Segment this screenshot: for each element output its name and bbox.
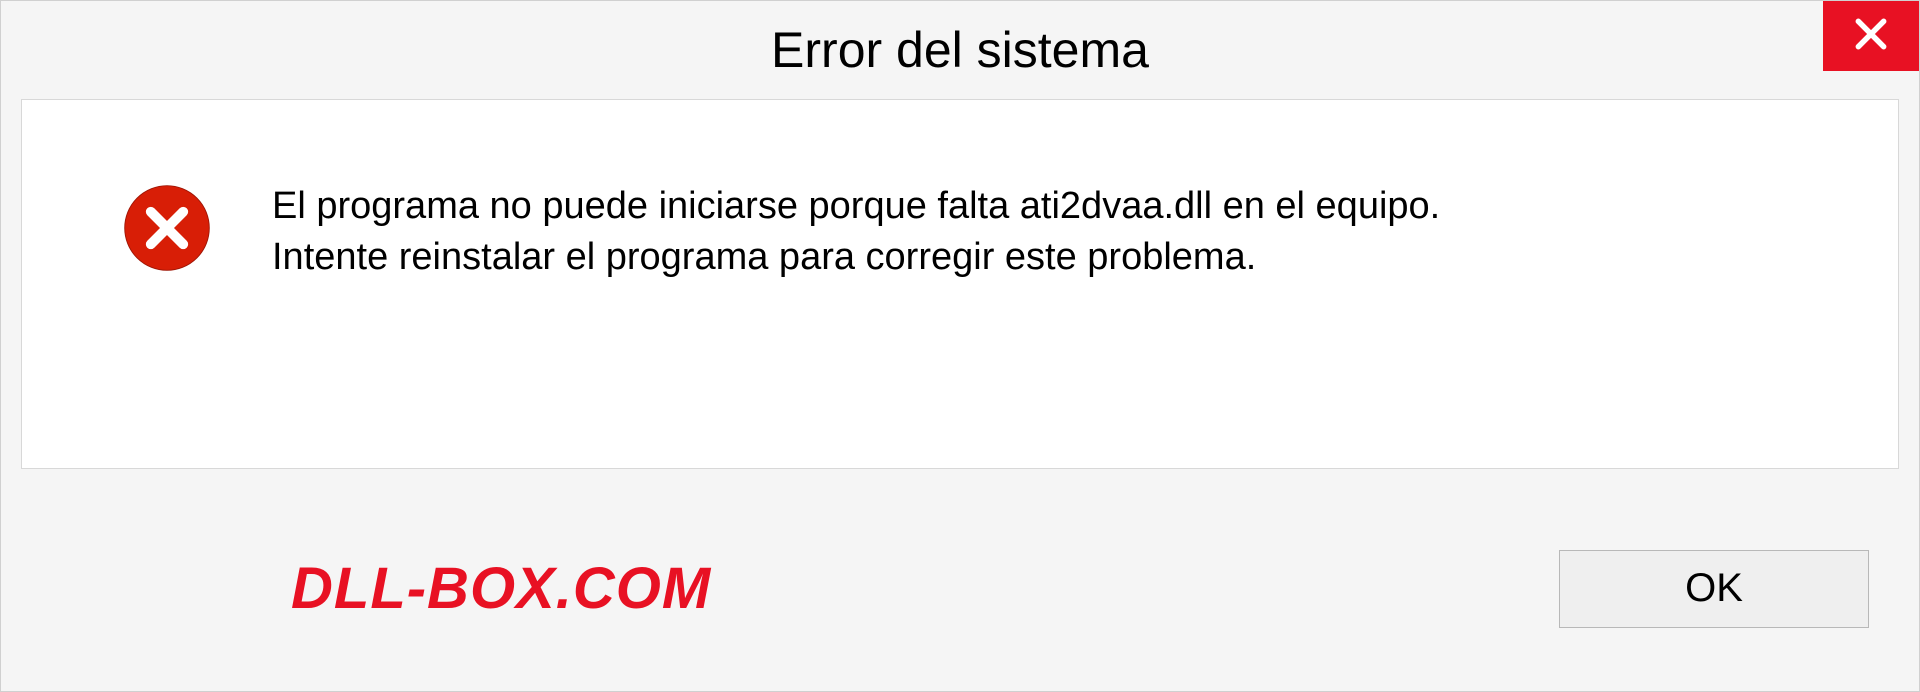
error-message-line2: Intente reinstalar el programa para corr… [272,232,1440,283]
error-message: El programa no puede iniciarse porque fa… [272,175,1440,284]
ok-button-label: OK [1685,566,1743,611]
close-icon [1852,15,1890,58]
content-area: El programa no puede iniciarse porque fa… [21,99,1899,469]
error-message-line1: El programa no puede iniciarse porque fa… [272,181,1440,232]
titlebar: Error del sistema [1,1,1919,99]
ok-button[interactable]: OK [1559,550,1869,628]
footer: DLL-BOX.COM OK [1,486,1919,691]
dialog-title: Error del sistema [771,21,1149,79]
watermark-text: DLL-BOX.COM [291,555,711,622]
close-button[interactable] [1823,1,1919,71]
error-icon [122,183,212,273]
error-dialog: Error del sistema El programa no puede i… [0,0,1920,692]
